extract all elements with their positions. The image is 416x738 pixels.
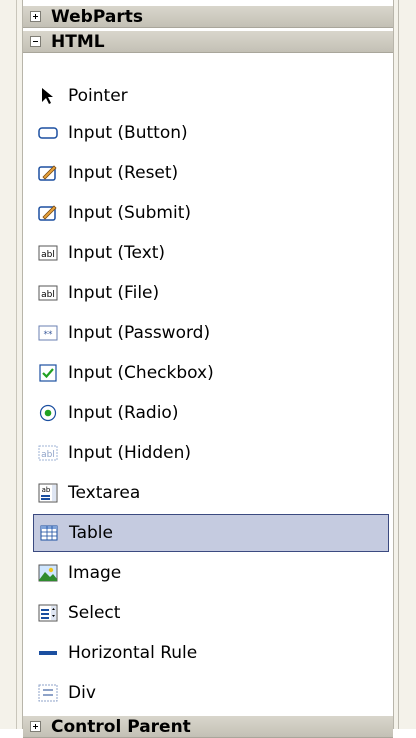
toolbox-item-input-button[interactable]: Input (Button) <box>33 114 389 152</box>
toolbox-item-select[interactable]: Select <box>33 594 389 632</box>
item-label: Input (Submit) <box>68 203 191 223</box>
toolbox-item-input-radio[interactable]: Input (Radio) <box>33 394 389 432</box>
toolbox-item-image[interactable]: Image <box>33 554 389 592</box>
item-label: Input (Hidden) <box>68 443 192 463</box>
category-next[interactable]: Control Parent <box>23 716 393 738</box>
toolbox-item-pointer[interactable]: Pointer <box>33 77 389 115</box>
toolbox-item-input-file[interactable]: abl Input (File) <box>33 274 389 312</box>
toolbox-item-input-submit[interactable]: Input (Submit) <box>33 194 389 232</box>
hidden-input-icon: abl <box>38 443 58 463</box>
item-label: Select <box>68 603 121 623</box>
svg-text:**: ** <box>44 330 54 340</box>
horizontal-rule-icon <box>38 643 58 663</box>
toolbox-item-input-checkbox[interactable]: Input (Checkbox) <box>33 354 389 392</box>
item-label: Input (Radio) <box>68 403 179 423</box>
svg-text:abl: abl <box>41 250 55 260</box>
item-label: Input (Reset) <box>68 163 179 183</box>
toolbox-item-input-hidden[interactable]: abl Input (Hidden) <box>33 434 389 472</box>
text-input-icon: abl <box>38 243 58 263</box>
collapse-icon[interactable] <box>30 36 41 47</box>
toolbox-item-input-password[interactable]: ** Input (Password) <box>33 314 389 352</box>
item-label: Input (File) <box>68 283 160 303</box>
toolbox-item-textarea[interactable]: ab Textarea <box>33 474 389 512</box>
right-gutter <box>394 0 416 729</box>
item-label: Div <box>68 683 96 703</box>
category-label: WebParts <box>51 6 143 27</box>
item-label: Input (Button) <box>68 123 188 143</box>
password-icon: ** <box>38 323 58 343</box>
div-icon <box>38 683 58 703</box>
toolbox-item-div[interactable]: Div <box>33 674 389 712</box>
left-gutter <box>0 0 22 729</box>
item-label: Table <box>69 523 113 543</box>
item-label: Input (Password) <box>68 323 211 343</box>
svg-text:ab: ab <box>42 486 51 494</box>
reset-icon <box>38 163 58 183</box>
item-label: Input (Checkbox) <box>68 363 214 383</box>
select-icon <box>38 603 58 623</box>
expand-icon[interactable] <box>30 11 41 22</box>
toolbox-panel: WebParts HTML Pointer Input (Button) Inp… <box>22 0 394 738</box>
svg-text:abl: abl <box>41 290 55 300</box>
category-html[interactable]: HTML <box>23 31 393 53</box>
pointer-icon <box>38 86 58 106</box>
item-label: Horizontal Rule <box>68 643 198 663</box>
toolbox-item-table[interactable]: Table <box>33 514 389 552</box>
item-label: Input (Text) <box>68 243 166 263</box>
table-icon <box>39 523 59 543</box>
toolbox-item-input-reset[interactable]: Input (Reset) <box>33 154 389 192</box>
category-webparts[interactable]: WebParts <box>23 6 393 28</box>
category-label: Control Parent <box>51 716 191 737</box>
image-icon <box>38 563 58 583</box>
category-label: HTML <box>51 31 105 52</box>
item-label: Pointer <box>68 86 128 106</box>
file-input-icon: abl <box>38 283 58 303</box>
svg-text:abl: abl <box>41 450 55 460</box>
radio-icon <box>38 403 58 423</box>
checkbox-icon <box>38 363 58 383</box>
toolbox-item-horizontal-rule[interactable]: Horizontal Rule <box>33 634 389 672</box>
item-label: Image <box>68 563 122 583</box>
submit-icon <box>38 203 58 223</box>
button-icon <box>38 123 58 143</box>
toolbox-item-input-text[interactable]: abl Input (Text) <box>33 234 389 272</box>
item-label: Textarea <box>68 483 141 503</box>
textarea-icon: ab <box>38 483 58 503</box>
expand-icon[interactable] <box>30 721 41 732</box>
